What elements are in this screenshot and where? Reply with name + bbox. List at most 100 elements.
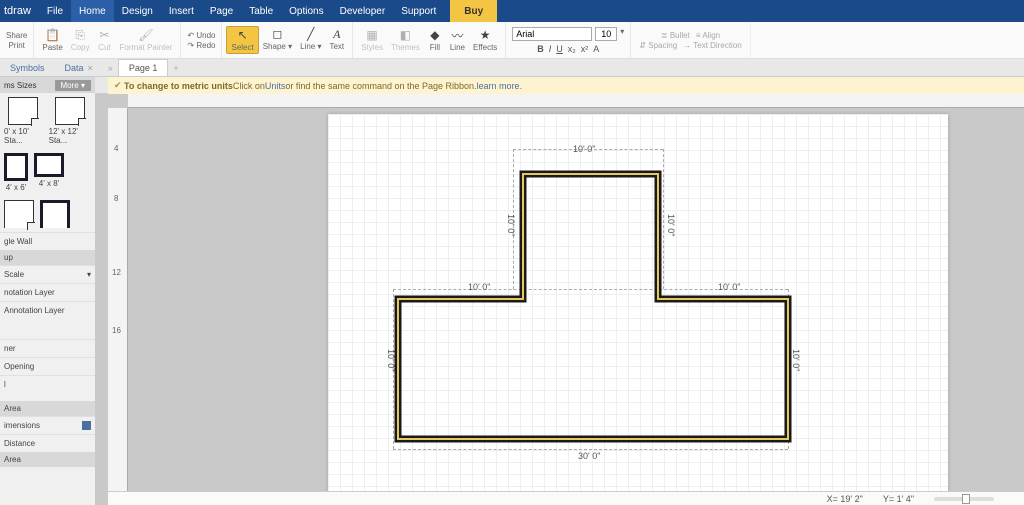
- side-l: l: [0, 375, 95, 393]
- side-wall-label: gle Wall: [0, 232, 95, 250]
- room-thumb-3[interactable]: 4' x 6': [4, 153, 28, 192]
- paste-icon: 📋: [46, 28, 60, 42]
- menu-bar: tdraw File Home Design Insert Page Table…: [0, 0, 1024, 22]
- dim-upper-left: 10' 0": [506, 214, 516, 236]
- buy-button[interactable]: Buy: [450, 0, 497, 22]
- undo-button[interactable]: ↶ Undo: [187, 31, 215, 40]
- tab-add[interactable]: +: [168, 63, 183, 73]
- learn-more-link[interactable]: learn more: [477, 81, 520, 91]
- room-thumb-5[interactable]: [4, 200, 34, 228]
- tab-page1[interactable]: Page 1: [118, 59, 169, 76]
- font-size-input[interactable]: [595, 27, 617, 41]
- status-x: X= 19' 2": [827, 494, 863, 504]
- menu-design[interactable]: Design: [114, 0, 161, 22]
- tip-mid: Click on: [233, 81, 265, 91]
- text-icon: A: [330, 27, 344, 41]
- line-style-icon: 〰: [450, 28, 464, 42]
- spacing-button[interactable]: ⇵ Spacing: [639, 41, 677, 50]
- print-button[interactable]: Print: [8, 41, 24, 50]
- cursor-icon: ↖: [236, 28, 250, 42]
- italic-button[interactable]: I: [549, 44, 552, 54]
- floorplan-shape[interactable]: [388, 164, 798, 444]
- side-area2[interactable]: Area: [0, 452, 95, 467]
- side-opening[interactable]: Opening: [0, 357, 95, 375]
- tip-check-icon: ✔: [114, 80, 124, 91]
- dim-upper-right: 10' 0": [666, 214, 676, 236]
- effects-button[interactable]: ★Effects: [469, 27, 501, 53]
- document-tabs: Symbols Data× » Page 1 +: [0, 59, 1024, 77]
- tab-nav-arrow[interactable]: »: [103, 63, 118, 73]
- ribbon-paragraph-group: ≣ Bullet ≡ Align ⇵ Spacing → Text Directio…: [631, 22, 750, 58]
- ruler-tick: 4: [114, 144, 118, 153]
- share-button[interactable]: Share: [6, 31, 27, 40]
- ribbon: Share Print 📋 Paste ⎘ Copy ✂ Cut 🖌 Forma…: [0, 22, 1024, 59]
- side-area[interactable]: Area: [0, 401, 95, 416]
- superscript-button[interactable]: x²: [581, 44, 589, 54]
- tip-post: or find the same command on the Page Rib…: [285, 81, 476, 91]
- font-name-input[interactable]: [512, 27, 592, 41]
- canvas-area[interactable]: 4 8 12 16 10' 0" 10' 0" 10' 0" 10' 0" 10…: [108, 94, 1024, 491]
- slider-knob[interactable]: [962, 494, 970, 504]
- menu-page[interactable]: Page: [202, 0, 241, 22]
- bullet-button[interactable]: ≣ Bullet: [661, 31, 690, 40]
- menu-insert[interactable]: Insert: [161, 0, 202, 22]
- cut-button[interactable]: ✂ Cut: [94, 27, 116, 53]
- side-notation-layer[interactable]: notation Layer: [0, 283, 95, 301]
- menu-developer[interactable]: Developer: [332, 0, 394, 22]
- format-painter-button[interactable]: 🖌 Format Painter: [116, 27, 177, 53]
- drawing-paper[interactable]: 10' 0" 10' 0" 10' 0" 10' 0" 10' 0" 10' 0…: [328, 114, 948, 491]
- tab-symbols[interactable]: Symbols: [0, 59, 55, 76]
- status-y: Y= 1' 4": [883, 494, 914, 504]
- room-thumb-4[interactable]: 4' x 8': [34, 153, 64, 192]
- tip-bar: ✔ To change to metric units Click on Uni…: [108, 77, 1024, 94]
- dim-line: [393, 449, 788, 450]
- redo-button[interactable]: ↷ Redo: [187, 41, 215, 50]
- units-link[interactable]: Units: [265, 81, 286, 91]
- line-tool[interactable]: ╱ Line ▾: [296, 26, 325, 54]
- menu-home[interactable]: Home: [71, 0, 114, 22]
- ribbon-tools-group: ↖ Select ◻ Shape ▾ ╱ Line ▾ A Text: [222, 22, 353, 58]
- checkbox-icon[interactable]: [82, 421, 91, 430]
- copy-icon: ⎘: [73, 28, 87, 42]
- menu-file[interactable]: File: [39, 0, 71, 22]
- tab-data[interactable]: Data×: [55, 59, 103, 76]
- close-icon[interactable]: ×: [88, 63, 93, 73]
- copy-button[interactable]: ⎘ Copy: [67, 27, 94, 53]
- ribbon-share-group: Share Print: [0, 22, 34, 58]
- menu-support[interactable]: Support: [393, 0, 444, 22]
- shape-tool[interactable]: ◻ Shape ▾: [259, 26, 296, 54]
- side-scale[interactable]: Scale▾: [0, 265, 95, 283]
- text-direction-button[interactable]: → Text Direction: [683, 41, 742, 50]
- side-annotation-layer[interactable]: Annotation Layer: [0, 301, 95, 319]
- side-header: ms Sizes More ▾: [0, 77, 95, 93]
- select-tool[interactable]: ↖ Select: [226, 26, 258, 54]
- app-logo: tdraw: [0, 5, 39, 17]
- ruler-tick: 16: [112, 326, 121, 335]
- menu-table[interactable]: Table: [241, 0, 281, 22]
- effects-icon: ★: [478, 28, 492, 42]
- cut-icon: ✂: [98, 28, 112, 42]
- room-thumb-6[interactable]: [40, 200, 70, 228]
- subscript-button[interactable]: x₂: [568, 44, 576, 54]
- side-dimensions[interactable]: imensions: [0, 416, 95, 434]
- room-thumb-1[interactable]: 0' x 10' Sta...: [4, 97, 43, 145]
- underline-button[interactable]: U: [556, 44, 563, 54]
- styles-icon: ▦: [365, 28, 379, 42]
- bold-button[interactable]: B: [537, 44, 544, 54]
- dim-mid-left: 10' 0": [468, 282, 490, 292]
- paste-button[interactable]: 📋 Paste: [38, 27, 66, 53]
- ruler-tick: 8: [114, 194, 118, 203]
- zoom-slider[interactable]: [934, 497, 994, 501]
- side-distance[interactable]: Distance: [0, 434, 95, 452]
- menu-options[interactable]: Options: [281, 0, 331, 22]
- line-style-button[interactable]: 〰Line: [446, 27, 469, 53]
- styles-button[interactable]: ▦Styles: [357, 27, 387, 53]
- more-button[interactable]: More ▾: [55, 80, 91, 91]
- themes-button[interactable]: ◧Themes: [387, 27, 424, 53]
- align-button[interactable]: ≡ Align: [696, 31, 720, 40]
- room-thumb-2[interactable]: 12' x 12' Sta...: [49, 97, 91, 145]
- font-color-button[interactable]: A: [593, 44, 599, 54]
- text-tool[interactable]: A Text: [325, 26, 348, 54]
- tip-lead: To change to metric units: [124, 81, 233, 91]
- fill-button[interactable]: ◆Fill: [424, 27, 446, 53]
